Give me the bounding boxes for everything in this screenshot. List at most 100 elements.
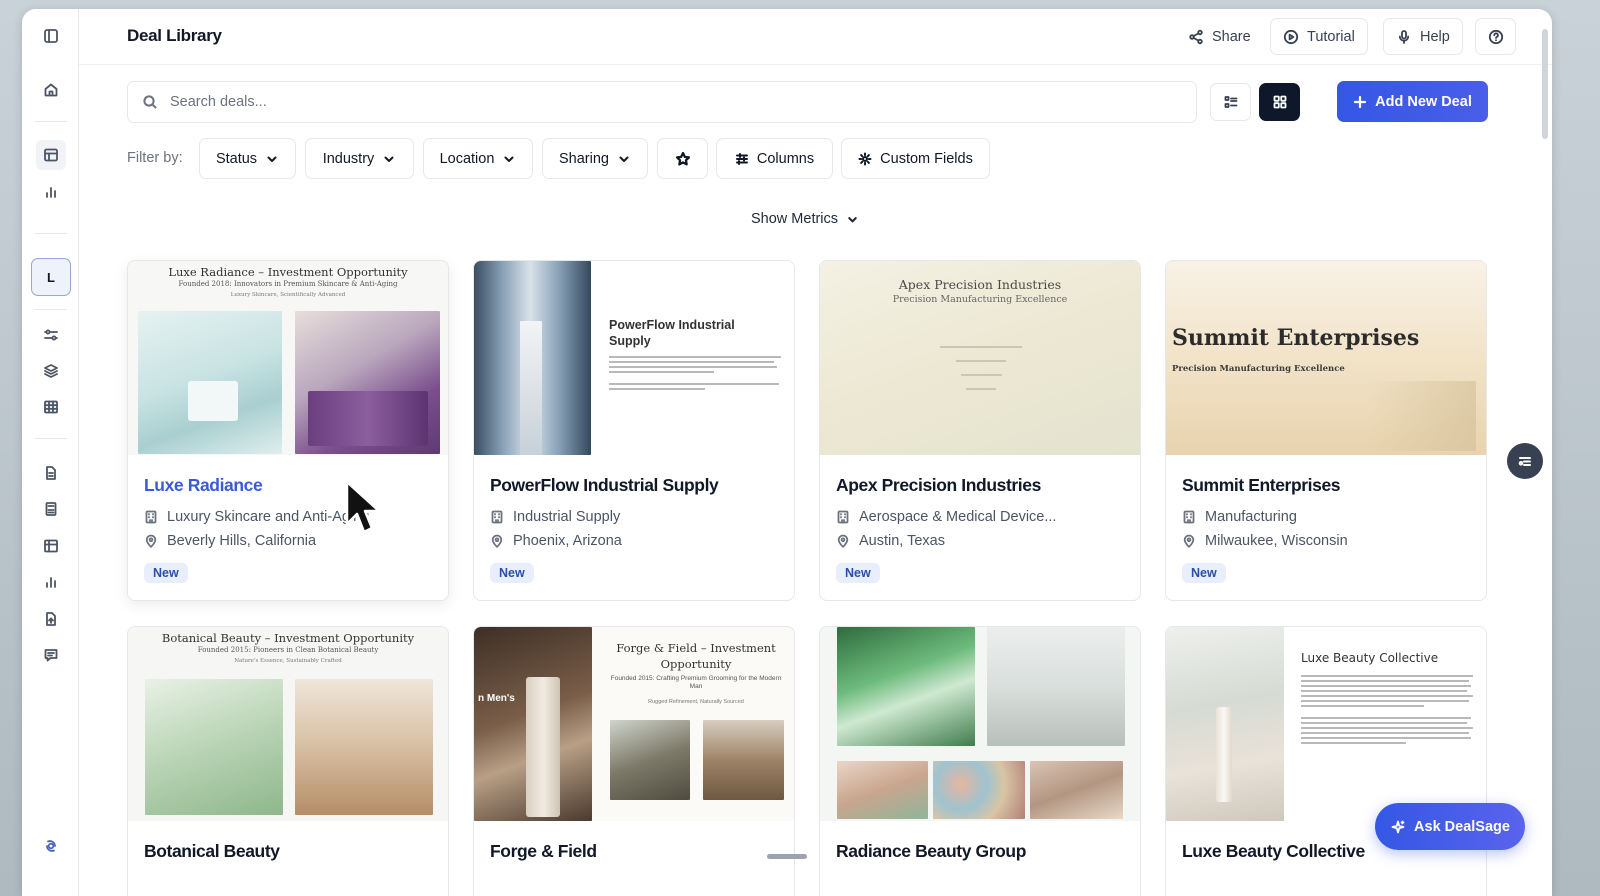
warehouse-aisle [520,321,542,455]
deal-name[interactable]: Radiance Beauty Group [836,841,1124,862]
home-icon[interactable] [36,75,66,105]
deal-location: Phoenix, Arizona [490,533,778,549]
file-upload-icon[interactable] [36,604,66,634]
list-filter-icon [1518,457,1531,466]
list-view-button[interactable] [1210,83,1251,121]
status-filter[interactable]: Status [199,138,296,179]
ask-dealsage-label: Ask DealSage [1414,818,1510,835]
deal-thumbnail: Apex Precision Industries Precision Manu… [820,261,1140,455]
deal-card-radiance-beauty-group[interactable]: Radiance Beauty Group [819,626,1141,896]
deal-name[interactable]: Botanical Beauty [144,841,432,862]
workshop-photo [610,720,690,800]
deal-card-forge-and-field[interactable]: n Men's Forge & Field – Investment Oppor… [473,626,795,896]
thumbnail-subtitle: Founded 2015: Crafting Premium Grooming … [610,675,782,691]
deal-card-apex-precision-industries[interactable]: Apex Precision Industries Precision Manu… [819,260,1141,601]
sidebar-divider [34,309,67,310]
thumbnail-tagline: Rugged Refinement, Naturally Sourced [648,699,744,705]
floating-panel-toggle[interactable] [1507,443,1543,479]
deal-card-botanical-beauty[interactable]: Botanical Beauty – Investment Opportunit… [127,626,449,896]
play-circle-icon [1283,29,1299,44]
deal-thumbnail [820,627,1140,821]
industry-filter-label: Industry [322,150,375,167]
layers-icon[interactable] [36,356,66,386]
vertical-scrollbar[interactable] [1542,29,1548,139]
workspace-avatar[interactable]: L [31,258,71,296]
deal-card-summit-enterprises[interactable]: Summit Enterprises Precision Manufacturi… [1165,260,1487,601]
share-button[interactable]: Share [1176,18,1263,55]
custom-fields-button[interactable]: Custom Fields [841,138,990,179]
map-pin-icon [145,534,157,548]
deal-card-luxe-beauty-collective[interactable]: Luxe Beauty Collective Luxe Beauty Colle… [1165,626,1487,896]
deal-card-powerflow-industrial-supply[interactable]: PowerFlow Industrial Supply PowerFlow In… [473,260,795,601]
search-bar[interactable] [127,81,1197,123]
add-new-deal-button[interactable]: Add New Deal [1337,81,1488,122]
botanical-lab-photo [145,679,283,815]
favorites-filter[interactable] [657,138,708,179]
help-button[interactable]: Help [1383,18,1463,55]
deal-thumbnail: n Men's Forge & Field – Investment Oppor… [474,627,794,821]
chat-icon[interactable] [36,640,66,670]
thumbnail-subtitle: Precision Manufacturing Excellence [892,294,1068,305]
thumbnail-title: PowerFlow Industrial Supply [609,318,735,349]
factory-photo [1366,381,1476,451]
map-pin-icon [491,534,503,548]
grid-table-icon[interactable] [36,392,66,422]
industry-filter[interactable]: Industry [305,138,414,179]
palette-photo [933,761,1025,819]
share-label: Share [1212,28,1251,45]
thumbnail-side-text: n Men's [478,693,515,704]
help-circle-button[interactable] [1475,18,1516,55]
search-input[interactable] [170,94,1070,110]
bar-chart-icon[interactable] [36,177,66,207]
tutorial-label: Tutorial [1307,28,1355,45]
thumbnail-title: Summit Enterprises [1172,325,1420,351]
show-metrics-toggle[interactable]: Show Metrics [751,211,859,227]
deal-thumbnail: Luxe Radiance – Investment Opportunity F… [128,261,448,455]
scientists-photo [837,627,975,746]
sliders-icon[interactable] [36,320,66,350]
toggle-sidebar-icon[interactable] [36,21,66,51]
top-header: Deal Library Share Tutorial Help [79,9,1552,65]
thumbnail-title: Luxe Beauty Collective [1301,651,1439,665]
sidebar-divider [34,233,67,234]
document-icon[interactable] [36,458,66,488]
sidebar-item-deal-library[interactable] [36,140,66,170]
deal-thumbnail: Luxe Beauty Collective [1166,627,1486,821]
lab-counter [188,381,238,421]
deal-name[interactable]: Forge & Field [490,841,778,862]
deal-name[interactable]: Luxe Radiance [144,475,432,496]
thumbnail-subtitle: Founded 2018: Innovators in Premium Skin… [178,280,398,288]
product-boxes [308,391,428,446]
deal-industry-text: Manufacturing [1205,509,1297,525]
columns-button[interactable]: Columns [716,138,833,179]
sharing-filter[interactable]: Sharing [542,138,648,179]
deal-location: Milwaukee, Wisconsin [1182,533,1470,549]
location-filter[interactable]: Location [423,138,533,179]
building-icon [145,510,157,524]
deal-name[interactable]: Apex Precision Industries [836,475,1124,496]
sliders-icon [735,152,748,165]
columns-label: Columns [756,150,815,167]
spreadsheet-icon[interactable] [36,531,66,561]
deal-card-luxe-radiance[interactable]: Luxe Radiance – Investment Opportunity F… [127,260,449,601]
share-icon [1189,29,1203,44]
tutorial-button[interactable]: Tutorial [1270,18,1368,55]
app-window: L Deal Library Share Tutorial Help Searc… [22,9,1552,896]
chevron-down-icon [619,156,629,162]
calculator-icon[interactable] [36,494,66,524]
sidebar: L [22,9,79,896]
table-icon [44,148,58,162]
analytics-icon[interactable] [36,567,66,597]
logo-icon[interactable] [36,831,66,861]
star-icon [675,151,690,166]
building-icon [491,510,503,524]
deal-thumbnail: Botanical Beauty – Investment Opportunit… [128,627,448,821]
thumbnail-title: Apex Precision Industries [898,277,1062,292]
grid-view-button[interactable] [1259,83,1300,121]
horizontal-scroll-handle[interactable] [767,854,807,859]
ask-dealsage-button[interactable]: Ask DealSage [1375,803,1525,850]
deal-name[interactable]: PowerFlow Industrial Supply [490,475,778,496]
deal-name[interactable]: Summit Enterprises [1182,475,1470,496]
page-title: Deal Library [127,26,222,45]
show-metrics-label: Show Metrics [751,211,839,227]
